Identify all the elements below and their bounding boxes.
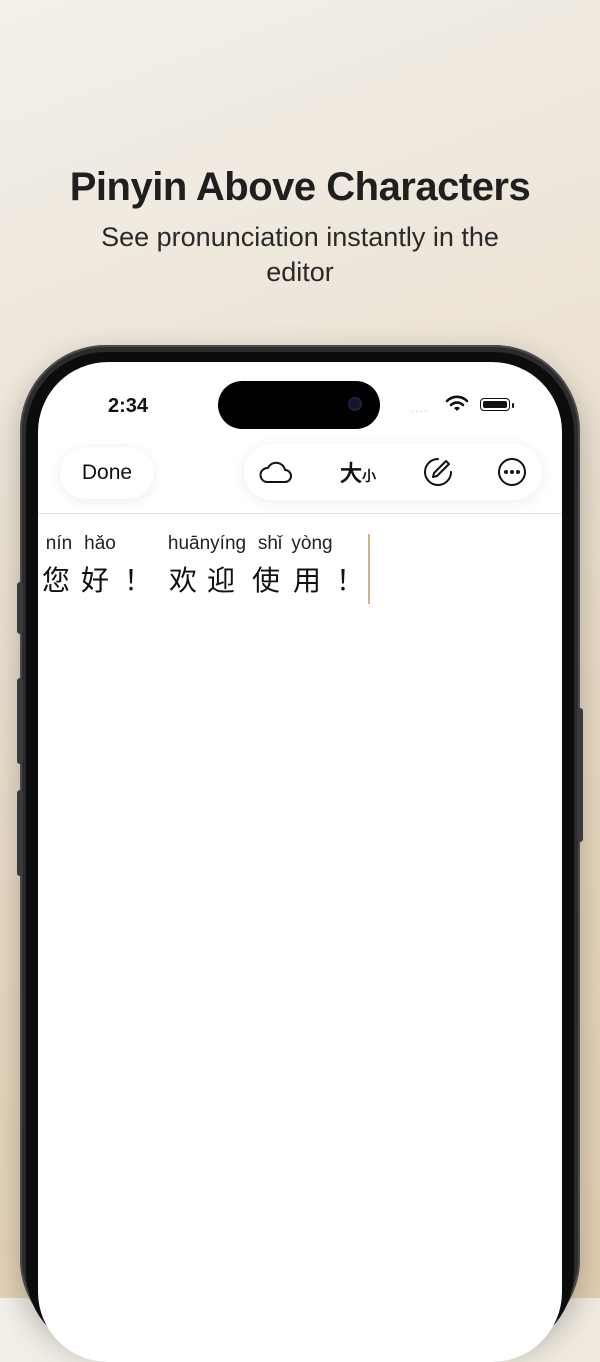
pinyin-text: nín [45,533,73,554]
dynamic-island [218,381,380,429]
hanzi-text: 您 [42,565,81,596]
camera-icon [348,397,362,411]
word-1: hǎo 好 [80,530,120,604]
hanzi-text: 欢迎 [168,565,245,596]
word-5: yòng 用 [288,530,336,604]
signal-icon: ···· [411,406,429,417]
word-2: ！ [124,530,163,604]
volume-up-button [17,678,23,764]
cloud-icon [259,461,292,483]
pinyin-text: huānyíng [167,533,247,554]
pinyin-text: yòng [291,533,333,554]
volume-down-button [17,790,23,876]
text-cursor [368,534,370,604]
pinyin-text: hǎo [84,533,116,554]
more-icon [498,458,526,486]
hanzi-text: 好 [80,565,119,596]
power-button [577,708,583,842]
action-button [17,582,23,634]
editor-toolbar: 大小 [244,444,542,500]
hanzi-text: 使 [252,565,291,596]
edit-circle-icon [424,458,452,486]
promo-subline: See pronunciation instantly in the edito… [101,222,499,287]
text-size-button[interactable]: 大小 [336,454,380,490]
promo-headline: Pinyin Above Characters [69,165,531,209]
word-6: ！ [336,530,375,604]
word-0: nín 您 [42,530,76,604]
battery-icon [480,398,514,411]
word-4: shǐ 使 [252,530,288,604]
cloud-button[interactable] [258,454,294,490]
toolbar-divider [38,513,562,514]
text-size-icon: 大小 [339,461,376,486]
pinyin-text [124,530,146,558]
pinyin-text [336,530,358,558]
word-3: huānyíng 欢迎 [162,530,252,604]
pinyin-text: shǐ [257,533,283,554]
more-button[interactable] [494,454,530,490]
hanzi-text: ！ [124,565,163,596]
phone-screen: 2:34 ···· Done 大小 nín 您 hǎo 好 ！ huānyíng… [38,362,562,1362]
wifi-icon [445,395,469,411]
hanzi-text: ！ [336,565,375,596]
done-button[interactable]: Done [60,447,154,499]
hanzi-text: 用 [292,565,331,596]
status-time: 2:34 [108,395,149,417]
edit-button[interactable] [420,454,456,490]
